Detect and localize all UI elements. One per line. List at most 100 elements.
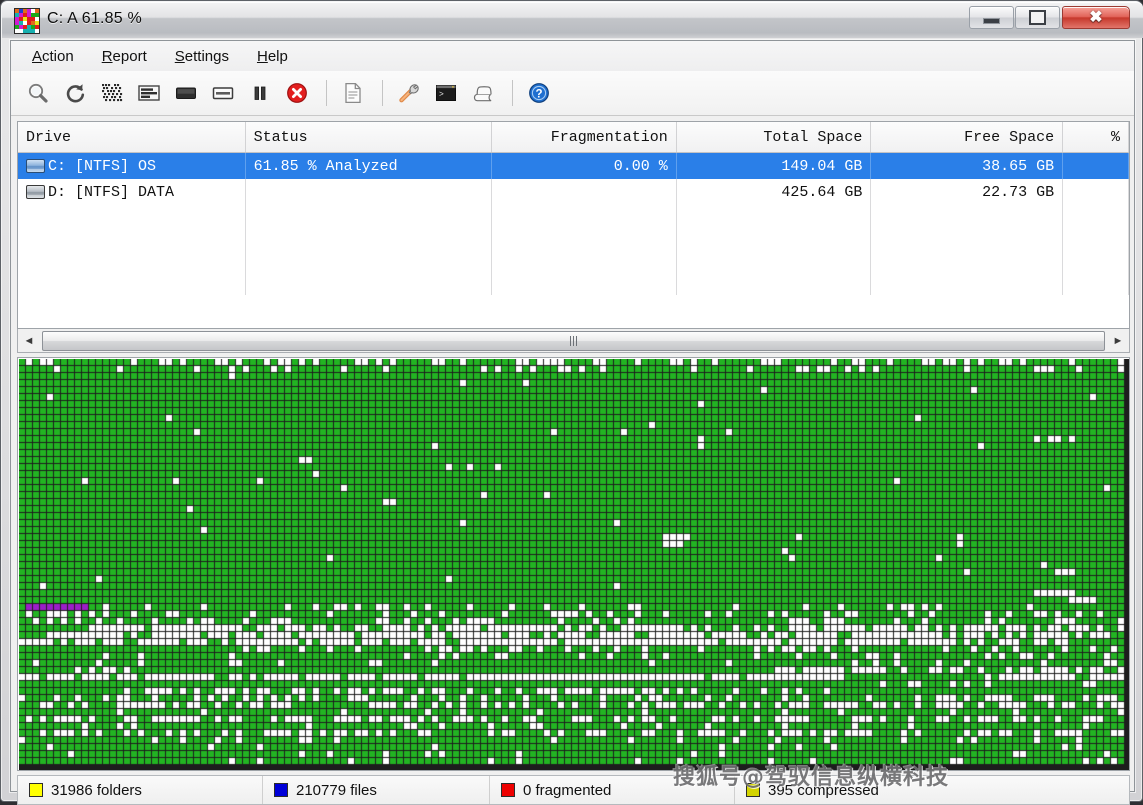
- table-cell-empty: [18, 235, 246, 265]
- table-cell-empty: [246, 205, 493, 235]
- legend-swatch: [29, 783, 43, 797]
- svg-text:?: ?: [535, 88, 542, 100]
- table-cell-empty: [246, 235, 493, 265]
- menu-report[interactable]: Report: [90, 45, 159, 68]
- menu-label: ction: [42, 48, 74, 65]
- disk-map-panel[interactable]: [17, 357, 1130, 771]
- disk-map-canvas[interactable]: [19, 359, 1130, 771]
- table-row[interactable]: C: [NTFS] OS61.85 % Analyzed0.00 %149.04…: [18, 153, 1129, 179]
- table-cell-percent: [1063, 153, 1129, 179]
- status-files: 210779 files: [263, 776, 490, 804]
- grip-handle-icon: [570, 336, 577, 346]
- stop-icon[interactable]: [280, 76, 314, 110]
- menu-bar: ActionReportSettingsHelp: [11, 41, 1134, 72]
- legend-swatch: [746, 783, 760, 797]
- report-document-icon[interactable]: [336, 76, 370, 110]
- legend-swatch: [274, 783, 288, 797]
- help-circle-icon[interactable]: ?: [522, 76, 556, 110]
- toolbar: >?: [11, 71, 1134, 116]
- close-button[interactable]: ✖: [1062, 6, 1130, 29]
- column-header[interactable]: Drive: [18, 122, 246, 152]
- scroll-left-button[interactable]: ◄: [18, 330, 40, 352]
- table-cell-empty: [492, 235, 677, 265]
- wrench-tools-icon[interactable]: [392, 76, 426, 110]
- status-fragmented: 0 fragmented: [490, 776, 735, 804]
- drive-list[interactable]: DriveStatusFragmentationTotal SpaceFree …: [17, 121, 1130, 329]
- console-icon[interactable]: >: [429, 76, 463, 110]
- table-cell-empty: [18, 205, 246, 235]
- table-cell-empty: [246, 265, 493, 295]
- column-header[interactable]: %: [1063, 122, 1129, 152]
- scroll-right-button[interactable]: ►: [1107, 330, 1129, 352]
- table-cell-empty: [492, 205, 677, 235]
- menu-help[interactable]: Help: [245, 45, 300, 68]
- table-cell-empty: [492, 265, 677, 295]
- scrollbar-thumb[interactable]: [42, 331, 1105, 351]
- minimize-button[interactable]: [969, 6, 1014, 29]
- title-bar: C: A 61.85 % ✖: [2, 2, 1143, 38]
- table-cell-empty: [1063, 205, 1129, 235]
- menu-accel: R: [102, 48, 113, 65]
- column-header[interactable]: Total Space: [677, 122, 872, 152]
- column-header[interactable]: Free Space: [871, 122, 1063, 152]
- menu-action[interactable]: Action: [20, 45, 86, 68]
- table-cell-empty: [871, 235, 1063, 265]
- table-cell-fragmentation: 0.00 %: [492, 153, 677, 179]
- light-panel-icon[interactable]: [206, 76, 240, 110]
- table-cell-percent: [1063, 179, 1129, 205]
- table-row-empty: [18, 235, 1129, 265]
- drive-list-header[interactable]: DriveStatusFragmentationTotal SpaceFree …: [18, 122, 1129, 153]
- status-text: 395 compressed: [768, 782, 879, 799]
- drive-list-hscrollbar[interactable]: ◄ ►: [17, 329, 1130, 353]
- hard-drive-icon: [26, 185, 45, 199]
- boot-scroll-icon[interactable]: [466, 76, 500, 110]
- table-cell-empty: [871, 265, 1063, 295]
- menu-settings[interactable]: Settings: [163, 45, 241, 68]
- table-row[interactable]: D: [NTFS] DATA 425.64 GB22.73 GB: [18, 179, 1129, 205]
- status-folders: 31986 folders: [18, 776, 263, 804]
- hard-drive-icon: [26, 159, 45, 173]
- table-row-empty: [18, 205, 1129, 235]
- table-cell-empty: [677, 205, 872, 235]
- maximize-icon: [1016, 7, 1059, 28]
- maximize-button[interactable]: [1015, 6, 1060, 29]
- table-cell-total_space: 425.64 GB: [677, 179, 872, 205]
- table-cell-empty: [871, 205, 1063, 235]
- status-text: 0 fragmented: [523, 782, 611, 799]
- table-cell-drive: D: [NTFS] DATA: [18, 179, 246, 205]
- table-cell-status: [246, 179, 493, 205]
- dark-panel-icon[interactable]: [169, 76, 203, 110]
- column-header[interactable]: Status: [246, 122, 493, 152]
- table-cell-empty: [1063, 265, 1129, 295]
- pause-icon[interactable]: [243, 76, 277, 110]
- table-cell-free_space: 22.73 GB: [871, 179, 1063, 205]
- table-cell-drive: C: [NTFS] OS: [18, 153, 246, 179]
- drive-label: D: [NTFS] DATA: [48, 184, 174, 201]
- magnifier-analyze-icon[interactable]: [21, 76, 55, 110]
- table-cell-fragmentation: [492, 179, 677, 205]
- toolbar-separator: [512, 80, 513, 106]
- menu-accel: S: [175, 48, 185, 65]
- legend-swatch: [501, 783, 515, 797]
- client-area: ActionReportSettingsHelp >? DriveStatusF…: [10, 40, 1135, 792]
- menu-accel: A: [32, 48, 42, 65]
- table-cell-total_space: 149.04 GB: [677, 153, 872, 179]
- menu-label: eport: [113, 48, 147, 65]
- minimize-icon: [970, 7, 1013, 28]
- table-row-empty: [18, 265, 1129, 295]
- fragment-blocks-icon[interactable]: [95, 76, 129, 110]
- window-title: C: A 61.85 %: [47, 10, 142, 28]
- app-icon: [14, 8, 40, 34]
- close-icon: ✖: [1063, 7, 1129, 28]
- table-cell-empty: [677, 235, 872, 265]
- status-text: 31986 folders: [51, 782, 142, 799]
- drive-list-body[interactable]: C: [NTFS] OS61.85 % Analyzed0.00 %149.04…: [18, 153, 1129, 295]
- optimize-list-icon[interactable]: [132, 76, 166, 110]
- drive-label: C: [NTFS] OS: [48, 158, 156, 175]
- scrollbar-track[interactable]: [40, 330, 1107, 352]
- column-header[interactable]: Fragmentation: [492, 122, 677, 152]
- status-bar: 31986 folders 210779 files 0 fragmented 395…: [17, 775, 1130, 805]
- refresh-defrag-icon[interactable]: [58, 76, 92, 110]
- table-cell-empty: [677, 265, 872, 295]
- menu-label: ettings: [185, 48, 229, 65]
